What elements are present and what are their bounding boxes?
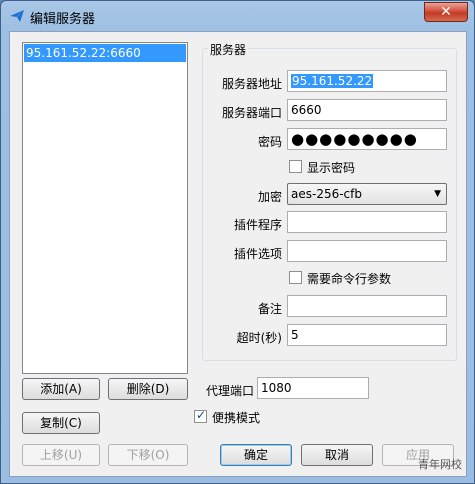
timeout-label: 超时(秒) xyxy=(236,331,282,345)
encryption-value: aes-256-cfb xyxy=(291,187,362,201)
remarks-input[interactable] xyxy=(287,295,447,317)
dialog-body: 95.161.52.22:6660 添加(A) 删除(D) 复制(C) 上移(U… xyxy=(9,31,467,477)
server-address-value: 95.161.52.22 xyxy=(291,74,374,88)
server-address-label: 服务器地址 xyxy=(221,77,282,91)
copy-button[interactable]: 复制(C) xyxy=(22,412,100,434)
encryption-label: 加密 xyxy=(257,190,282,204)
close-button[interactable]: ✕ xyxy=(424,2,468,22)
title-bar[interactable]: 编辑服务器 ✕ xyxy=(1,1,474,31)
paper-plane-icon xyxy=(10,10,24,22)
plugin-options-label: 插件选项 xyxy=(233,247,282,261)
portable-mode-checkbox[interactable] xyxy=(194,408,207,423)
edit-server-window: 编辑服务器 ✕ 95.161.52.22:6660 添加(A) 删除(D) 复制… xyxy=(0,0,475,484)
server-port-input[interactable]: 6660 xyxy=(287,99,447,121)
proxy-port-label: 代理端口 xyxy=(205,384,254,398)
plugin-program-label: 插件程序 xyxy=(233,218,282,232)
dropdown-arrow-icon: ▼ xyxy=(434,189,441,199)
window-title: 编辑服务器 xyxy=(30,12,96,27)
server-list-item[interactable]: 95.161.52.22:6660 xyxy=(24,44,186,62)
password-label: 密码 xyxy=(257,135,282,149)
timeout-input[interactable]: 5 xyxy=(287,324,447,346)
show-password-label[interactable]: 显示密码 xyxy=(307,159,355,176)
server-group-title: 服务器 xyxy=(208,41,249,58)
watermark-text: 青年网校 xyxy=(418,458,462,471)
server-address-input[interactable]: 95.161.52.22 xyxy=(287,70,447,92)
needs-cmd-args-checkbox[interactable] xyxy=(289,271,302,284)
add-button[interactable]: 添加(A) xyxy=(22,378,100,400)
move-down-button[interactable]: 下移(O) xyxy=(108,444,188,466)
show-password-checkbox[interactable] xyxy=(289,160,302,173)
move-up-button[interactable]: 上移(U) xyxy=(22,444,100,466)
plugin-options-input[interactable] xyxy=(287,240,447,262)
delete-button[interactable]: 删除(D) xyxy=(108,378,188,400)
ok-button[interactable]: 确定 xyxy=(220,444,292,466)
portable-mode-label[interactable]: 便携模式 xyxy=(212,409,260,426)
remarks-label: 备注 xyxy=(257,302,282,316)
proxy-port-input[interactable]: 1080 xyxy=(257,377,369,399)
server-port-label: 服务器端口 xyxy=(221,106,282,120)
encryption-select[interactable]: aes-256-cfb ▼ xyxy=(287,183,447,205)
password-input[interactable]: ●●●●●●●●● xyxy=(287,128,447,150)
cancel-button[interactable]: 取消 xyxy=(301,444,373,466)
server-list[interactable]: 95.161.52.22:6660 xyxy=(22,42,188,374)
plugin-program-input[interactable] xyxy=(287,211,447,233)
needs-cmd-args-label[interactable]: 需要命令行参数 xyxy=(307,270,391,287)
